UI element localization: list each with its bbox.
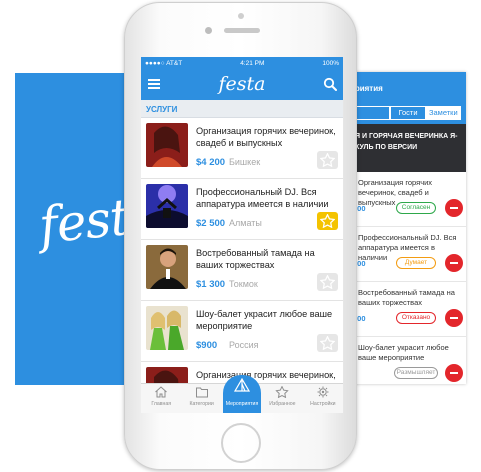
service-price: $2 500 (196, 218, 226, 229)
tent-icon (234, 378, 251, 392)
service-city: Бишкек (229, 157, 261, 167)
service-photo (146, 123, 188, 167)
service-title: Шоу-балет украсит любое ваше мероприятие (196, 309, 333, 331)
list-item[interactable]: Профессиональный DJ. Вся аппаратура имее… (141, 179, 343, 240)
services-screen: ●●●●○ AT&T 4:21 PM 100% festa УСЛУГИ Орг… (141, 57, 343, 413)
service-title: Востребованный тамада на ваших торжества… (196, 248, 315, 270)
service-title: Профессиональный DJ. Вся аппаратура имее… (196, 187, 329, 209)
front-camera (205, 27, 212, 34)
service-photo (146, 245, 188, 289)
list-item[interactable]: Шоу-балет украсит любое ваше мероприятие… (141, 301, 343, 362)
row-title: Востребованный тамада на ваших торжества… (358, 288, 455, 307)
service-price: $4 200 (196, 157, 226, 168)
remove-button[interactable] (445, 364, 463, 382)
service-photo (146, 306, 188, 350)
status-badge: Согласен (396, 202, 436, 214)
tab-label: Главная (151, 401, 172, 407)
status-badge: Думает (396, 257, 436, 269)
star-icon (275, 386, 289, 398)
tab-events[interactable]: Мероприятия (222, 375, 262, 413)
camera-dot (238, 13, 244, 19)
clock: 4:21 PM (240, 60, 265, 67)
app-logo: festa (218, 73, 266, 95)
service-photo (146, 184, 188, 228)
list-item[interactable]: Востребованный тамада на ваших торжества… (141, 240, 343, 301)
segment-guests[interactable]: Гости (390, 106, 426, 120)
service-title: Организация горячих вечеринок, свадеб и … (196, 126, 336, 148)
carrier: ●●●●○ AT&T (145, 60, 183, 67)
segment-services[interactable] (355, 106, 391, 120)
service-city: Токмок (229, 279, 258, 289)
home-button[interactable] (221, 423, 261, 463)
tab-label: Избранное (269, 401, 296, 407)
remove-button[interactable] (445, 309, 463, 327)
speaker-grille (224, 28, 260, 33)
status-badge: Размышляет (394, 367, 438, 379)
favorite-button[interactable] (317, 334, 338, 352)
home-icon (155, 386, 168, 398)
service-city: Алматы (229, 218, 262, 228)
tab-favorites[interactable]: Избранное (262, 384, 302, 413)
status-bar: ●●●●○ AT&T 4:21 PM 100% (141, 57, 343, 70)
tab-label: Категории (189, 401, 214, 407)
status-badge: Отказано (396, 312, 436, 324)
gear-icon (317, 386, 329, 398)
battery: 100% (322, 60, 339, 67)
favorite-button[interactable] (317, 273, 338, 291)
tab-home[interactable]: Главная (141, 384, 181, 413)
tab-categories[interactable]: Категории (181, 384, 221, 413)
service-city: Россия (229, 340, 259, 350)
remove-button[interactable] (445, 199, 463, 217)
remove-button[interactable] (445, 254, 463, 272)
service-price: $900 (196, 340, 218, 351)
star-icon (320, 336, 335, 350)
list-item[interactable]: Организация горячих вечеринок, свадеб и … (141, 118, 343, 179)
star-icon (320, 275, 335, 289)
segment-notes[interactable]: Заметки (425, 106, 461, 120)
nav-bar: festa (141, 70, 343, 100)
tab-label: Настройки (310, 401, 336, 407)
search-icon[interactable] (323, 77, 337, 91)
star-icon (320, 214, 335, 228)
app-showcase: festa приятия Гости Заметки Я И ГОРЯЧАЯ … (0, 0, 481, 472)
tab-bar: Главная Категории Мероприятия Избранное … (141, 375, 343, 413)
tab-label: Мероприятия (225, 401, 259, 407)
section-header: УСЛУГИ (141, 100, 343, 118)
service-price: $1 300 (196, 279, 226, 290)
favorite-button[interactable] (317, 151, 338, 169)
row-title: Шоу-балет украсит любое ваше мероприятие (358, 343, 449, 362)
favorite-button[interactable] (317, 212, 338, 230)
folder-icon (195, 387, 208, 398)
tab-settings[interactable]: Настройки (303, 384, 343, 413)
star-icon (320, 153, 335, 167)
